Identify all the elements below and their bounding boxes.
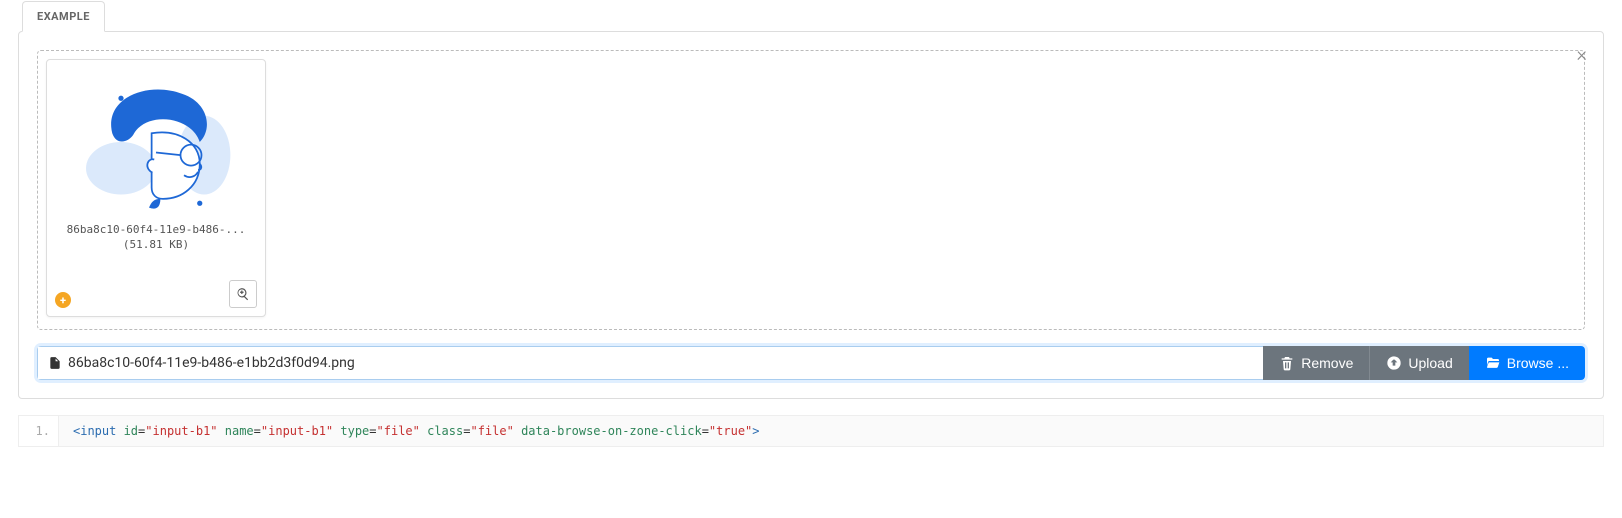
tab-label: EXAMPLE [37,10,90,23]
status-pending-icon: + [55,292,71,308]
close-icon[interactable]: × [1577,44,1587,64]
code-line-number: 1. [19,416,59,446]
remove-button[interactable]: Remove [1263,346,1369,380]
file-thumbnail: 86ba8c10-60f4-11e9-b486-... (51.81 KB) + [46,59,266,317]
upload-label: Upload [1408,355,1452,371]
code-example: 1. <input id="input-b1" name="input-b1" … [18,415,1604,447]
zoom-in-icon [236,287,250,301]
thumbnail-filesize: (51.81 KB) [53,237,259,252]
browse-label: Browse ... [1507,355,1569,371]
tab-example[interactable]: EXAMPLE [22,1,105,32]
zoom-button[interactable] [229,280,257,308]
remove-label: Remove [1301,355,1353,371]
example-panel: × [18,31,1604,399]
file-toolbar: 86ba8c10-60f4-11e9-b486-e1bb2d3f0d94.png… [37,346,1585,380]
filename-display: 86ba8c10-60f4-11e9-b486-e1bb2d3f0d94.png [37,346,1263,380]
file-dropzone[interactable]: 86ba8c10-60f4-11e9-b486-... (51.81 KB) + [37,50,1585,330]
trash-icon [1279,355,1295,371]
file-icon [48,356,62,370]
upload-icon [1386,355,1402,371]
browse-button[interactable]: Browse ... [1469,346,1585,380]
code-content: <input id="input-b1" name="input-b1" typ… [59,416,774,446]
thumbnail-image [53,66,259,218]
upload-button[interactable]: Upload [1369,346,1468,380]
filename-text: 86ba8c10-60f4-11e9-b486-e1bb2d3f0d94.png [68,355,355,371]
folder-open-icon [1485,355,1501,371]
thumbnail-filename: 86ba8c10-60f4-11e9-b486-... [53,222,259,237]
